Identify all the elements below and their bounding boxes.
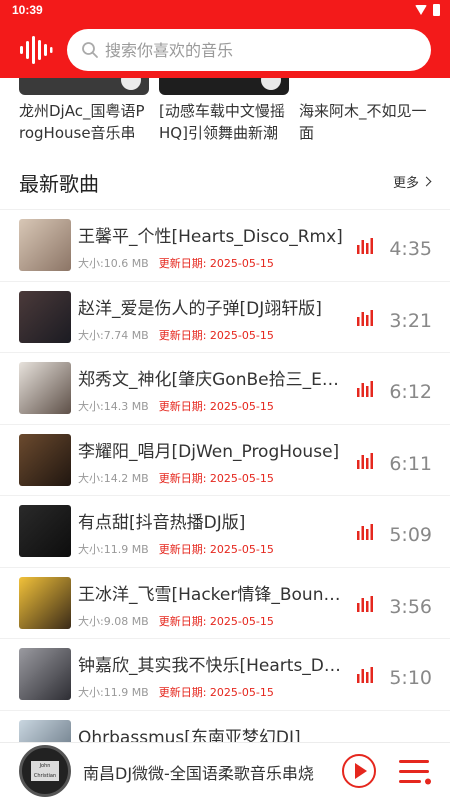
song-date: 更新日期: 2025-05-15 <box>158 614 274 628</box>
song-size: 大小:10.6 MB <box>78 257 149 270</box>
song-duration: 3:56 <box>389 595 432 618</box>
song-meta: 大小:7.74 MB 更新日期: 2025-05-15 <box>78 327 274 343</box>
song-title: 有点甜[抖音热播DJ版] <box>78 513 246 533</box>
song-date: 更新日期: 2025-05-15 <box>158 471 274 485</box>
song-cover <box>19 362 71 414</box>
song-cover <box>19 219 71 271</box>
song-size: 大小:9.08 MB <box>78 614 149 628</box>
song-meta: 大小:10.6 MB 更新日期: 2025-05-15 <box>78 255 274 271</box>
song-date: 更新日期: 2025-05-15 <box>158 400 274 413</box>
card-thumbnail <box>159 78 289 95</box>
section-title: 最新歌曲 <box>19 172 99 196</box>
card-title: 海来阿木_不如见一面 <box>299 102 427 142</box>
song-duration: 3:21 <box>389 309 432 332</box>
song-date: 更新日期: 2025-05-15 <box>158 543 274 556</box>
song-title: 郑秀文_神化[肇庆GonBe拾三_Edit] <box>78 370 344 390</box>
song-cover <box>19 290 71 343</box>
song-title: 王馨平_个性[Hearts_Disco_Rmx] <box>78 227 343 247</box>
wifi-icon <box>415 5 427 15</box>
recommend-card[interactable]: 海来阿木_不如见一面 <box>299 78 429 144</box>
card-title: [动感车载中文慢摇HQ]引领舞曲新潮流 <box>159 102 285 142</box>
search-icon <box>82 42 98 58</box>
playlist-icon[interactable] <box>398 757 432 785</box>
play-button[interactable] <box>342 754 376 788</box>
song-duration: 5:09 <box>389 524 432 546</box>
song-title: 赵洋_爱是伤人的子弹[DJ翊轩版] <box>78 298 322 319</box>
song-cover <box>19 433 71 486</box>
song-row[interactable]: 王冰洋_飞雪[Hacker情锋_Bounce] 大小:9.08 MB 更新日期: … <box>0 566 450 639</box>
more-label: 更多 <box>392 176 419 191</box>
song-duration: 6:11 <box>389 452 432 475</box>
song-row[interactable]: 王馨平_个性[Hearts_Disco_Rmx] 大小:10.6 MB 更新日期:… <box>0 209 450 281</box>
recommend-cards: 龙州DjAc_国粤语ProgHouse音乐串烧 [动感车载中文慢摇HQ]引领舞曲… <box>0 78 450 148</box>
song-duration: 6:12 <box>389 381 432 403</box>
card-thumbnail <box>19 78 149 95</box>
song-cover <box>19 505 71 557</box>
equalizer-icon[interactable] <box>357 238 374 254</box>
status-icons <box>415 4 440 16</box>
song-date: 更新日期: 2025-05-15 <box>158 686 274 699</box>
status-time: 10:39 <box>12 3 43 17</box>
equalizer-icon[interactable] <box>357 381 374 397</box>
sound-wave-logo-icon[interactable] <box>19 35 53 65</box>
song-meta: 大小:11.9 MB 更新日期: 2025-05-15 <box>78 684 274 700</box>
card-title: 龙州DjAc_国粤语ProgHouse音乐串烧 <box>19 102 145 142</box>
search-input[interactable] <box>105 40 405 60</box>
song-row[interactable]: 李耀阳_唱月[DjWen_ProgHouse] 大小:14.2 MB 更新日期: … <box>0 423 450 496</box>
app-header <box>0 22 450 78</box>
album-disc[interactable]: John Christian <box>19 745 71 797</box>
song-date: 更新日期: 2025-05-15 <box>158 257 274 270</box>
equalizer-icon[interactable] <box>357 524 374 540</box>
song-duration: 5:10 <box>389 667 432 689</box>
song-title: 王冰洋_飞雪[Hacker情锋_Bounce] <box>78 584 344 605</box>
recommend-card[interactable]: 龙州DjAc_国粤语ProgHouse音乐串烧 <box>19 78 149 144</box>
song-size: 大小:11.9 MB <box>78 543 149 556</box>
song-row[interactable]: 有点甜[抖音热播DJ版] 大小:11.9 MB 更新日期: 2025-05-15 … <box>0 495 450 567</box>
song-row[interactable]: 郑秀文_神化[肇庆GonBe拾三_Edit] 大小:14.3 MB 更新日期: 2… <box>0 352 450 424</box>
disc-label: John Christian <box>31 761 59 781</box>
equalizer-icon[interactable] <box>357 452 374 469</box>
song-size: 大小:7.74 MB <box>78 328 149 342</box>
search-bar[interactable] <box>67 29 431 71</box>
song-duration: 4:35 <box>389 238 432 260</box>
song-meta: 大小:9.08 MB 更新日期: 2025-05-15 <box>78 613 274 629</box>
battery-icon <box>433 4 440 16</box>
status-bar: 10:39 <box>0 0 450 22</box>
equalizer-icon[interactable] <box>357 309 374 326</box>
song-row[interactable]: 赵洋_爱是伤人的子弹[DJ翊轩版] 大小:7.74 MB 更新日期: 2025-0… <box>0 280 450 353</box>
equalizer-icon[interactable] <box>357 595 374 612</box>
equalizer-icon[interactable] <box>357 667 374 683</box>
song-title: 李耀阳_唱月[DjWen_ProgHouse] <box>78 441 340 462</box>
song-size: 大小:11.9 MB <box>78 686 149 699</box>
song-list: 王馨平_个性[Hearts_Disco_Rmx] 大小:10.6 MB 更新日期:… <box>0 209 450 781</box>
more-link[interactable]: 更多 <box>392 172 432 191</box>
song-cover <box>19 648 71 700</box>
play-icon <box>355 763 367 779</box>
song-cover <box>19 576 71 629</box>
recommend-card[interactable]: [动感车载中文慢摇HQ]引领舞曲新潮流 <box>159 78 289 144</box>
chevron-right-icon <box>421 176 432 187</box>
play-icon[interactable] <box>121 78 141 90</box>
song-size: 大小:14.3 MB <box>78 400 149 413</box>
mini-player[interactable]: John Christian 南昌DJ微微-全国语柔歌音乐串烧 <box>0 742 450 800</box>
song-meta: 大小:14.2 MB 更新日期: 2025-05-15 <box>78 470 274 486</box>
now-playing-title: 南昌DJ微微-全国语柔歌音乐串烧 <box>83 764 314 783</box>
song-date: 更新日期: 2025-05-15 <box>158 328 274 342</box>
play-icon[interactable] <box>261 78 281 90</box>
song-size: 大小:14.2 MB <box>78 471 149 485</box>
song-row[interactable]: 钟嘉欣_其实我不快乐[Hearts_Disco] 大小:11.9 MB 更新日期:… <box>0 638 450 710</box>
song-title: 钟嘉欣_其实我不快乐[Hearts_Disco] <box>78 656 344 676</box>
song-meta: 大小:14.3 MB 更新日期: 2025-05-15 <box>78 398 274 414</box>
song-meta: 大小:11.9 MB 更新日期: 2025-05-15 <box>78 541 274 557</box>
card-thumbnail <box>299 78 429 95</box>
